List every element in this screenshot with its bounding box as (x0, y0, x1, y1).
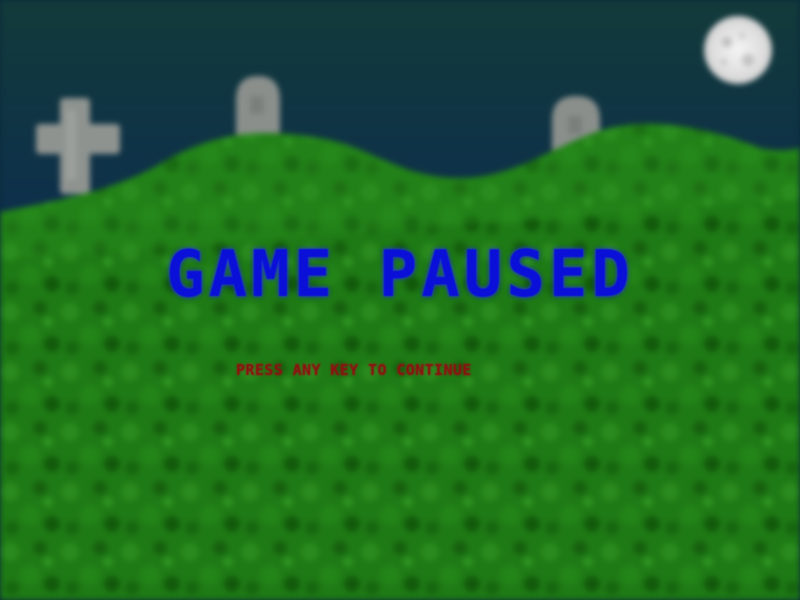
continue-prompt: PRESS ANY KEY TO CONTINUE (236, 361, 472, 379)
game-screen[interactable]: GAME PAUSED PRESS ANY KEY TO CONTINUE (0, 0, 800, 600)
moon-icon (704, 16, 772, 84)
tombstone-icon-middle (236, 76, 280, 140)
pause-title: GAME PAUSED (166, 238, 634, 312)
